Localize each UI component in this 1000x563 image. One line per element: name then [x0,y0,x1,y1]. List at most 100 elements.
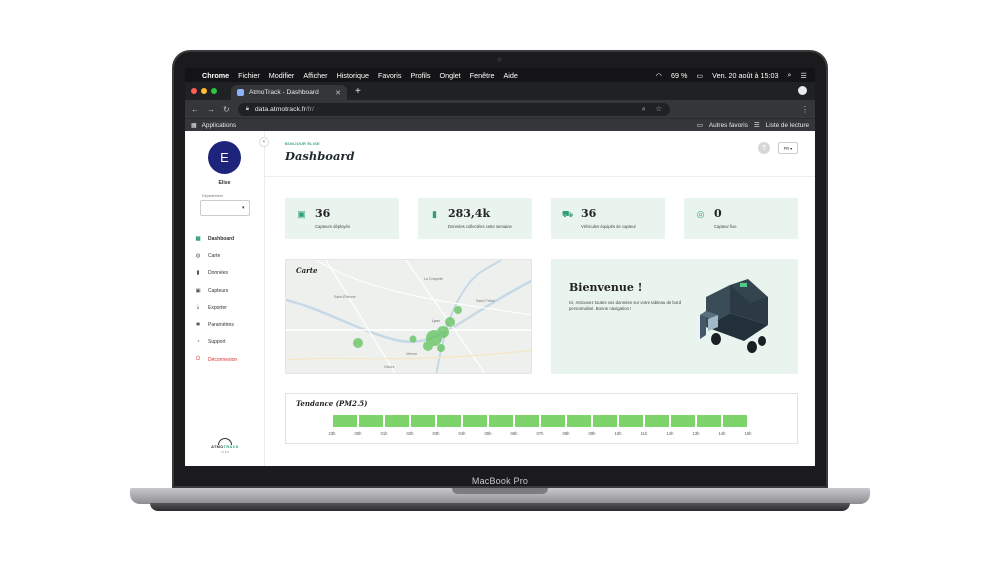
menubar-app-name[interactable]: Chrome [202,71,229,80]
sidebar-item-dashboard[interactable]: ▦ Dashboard [185,230,264,247]
menubar-item[interactable]: Historique [337,71,369,80]
sidebar-item-label: Dashboard [208,235,235,242]
welcome-text: Ici, retrouvez toutes vos données sur vo… [569,300,682,311]
window-minimize-button[interactable] [201,88,207,94]
bookmark-other-favorites[interactable]: Autres favoris [709,122,748,129]
address-bar[interactable]: 🔒︎ data.atmotrack.fr/fr/ ⌕ ☆ [237,102,670,116]
zoom-search-icon[interactable]: ⌕ [642,106,646,113]
sensor-box-icon: ▣ [297,209,306,219]
sidebar-item-support[interactable]: ◔ Support [185,334,264,351]
trend-hour-block[interactable] [645,415,669,427]
download-icon: ⤓ [196,304,200,311]
sidebar-nav: ▦ Dashboard ◍ Carte ▮ Données ▣ Capteurs… [185,230,264,368]
target-icon: ◎ [696,209,705,219]
bookmarks-bar: ▦ Applications ▭ Autres favoris ☰ Liste … [185,118,815,131]
spotlight-search-icon[interactable]: ⌕ [788,70,792,80]
trend-hour-block[interactable] [697,415,721,427]
menubar-clock[interactable]: Ven. 20 août à 15:03 [712,71,778,80]
map-card[interactable]: La Chapelle Lyon Saint-Étienne Vienne Gi… [285,259,532,374]
sidebar-item-exporter[interactable]: ⤓ Exporter [185,299,264,316]
reload-icon[interactable]: ↻ [223,105,230,114]
sidebar-item-label: Données [208,270,229,277]
trend-hour-label: 04h [459,431,467,436]
sidebar-item-carte[interactable]: ◍ Carte [185,247,264,264]
greeting: BONJOUR ELISE [285,142,320,146]
menubar-item[interactable]: Modifier [269,71,295,80]
trend-hour-block[interactable] [619,415,643,427]
trend-hour-block[interactable] [593,415,617,427]
new-tab-button[interactable]: + [355,86,361,97]
trend-hour-label: 23h [329,431,337,436]
trend-hour-block[interactable] [385,415,409,427]
forward-arrow-icon[interactable]: → [207,105,215,114]
user-name: Elise [218,180,231,186]
bookmark-star-icon[interactable]: ☆ [656,106,662,113]
trend-hour-label: 02h [407,431,415,436]
menubar-item[interactable]: Afficher [303,71,327,80]
menubar-item[interactable]: Onglet [440,71,461,80]
trend-hour-block[interactable] [723,415,747,427]
trend-hour-block[interactable] [411,415,435,427]
map-place-label: Saint-Priest [476,299,495,303]
profile-avatar-icon[interactable] [798,86,807,95]
reading-list-button[interactable]: Liste de lecture [766,122,809,129]
trend-hour-block[interactable] [437,415,461,427]
sidebar-item-label: Capteurs [208,287,229,294]
menubar-item[interactable]: Fenêtre [470,71,495,80]
grid-icon: ▦ [195,235,201,242]
tab-close-icon[interactable]: ✕ [335,89,341,97]
welcome-title: Bienvenue ! [569,281,643,294]
device-brand-label: MacBook Pro [471,476,529,486]
help-button[interactable]: ? [758,142,770,154]
caret-down-icon: ▾ [241,205,245,211]
url-host: data.atmotrack.fr [254,105,306,113]
trend-hour-label: 08h [563,431,571,436]
language-select[interactable]: FR ▾ [778,142,798,154]
bookmark-applications[interactable]: Applications [202,122,236,129]
trend-hour-label: 12h [667,431,675,436]
trend-hour-block[interactable] [489,415,513,427]
stat-label: Véhicules équipés de capteur [581,224,636,229]
trend-hour-block[interactable] [671,415,695,427]
trend-hour-block[interactable] [359,415,383,427]
control-center-icon[interactable]: ☰ [801,71,807,80]
browser-menu-icon[interactable]: ⋮ [801,105,809,114]
back-arrow-icon[interactable]: ← [191,105,199,114]
menubar-item[interactable]: Favoris [378,71,402,80]
trend-hour-label: 00h [355,431,363,436]
menubar-item[interactable]: Profils [411,71,431,80]
trend-hour-label: 03h [433,431,441,436]
trend-hour-block[interactable] [515,415,539,427]
window-close-button[interactable] [191,88,197,94]
stat-label: Capteur fixe [714,224,737,229]
lock-icon[interactable]: 🔒︎ [246,106,249,113]
trend-hour-block[interactable] [567,415,591,427]
map-place-label: Vienne [406,352,417,356]
sidebar-item-label: Exporter [208,304,227,311]
map-title: Carte [296,266,318,275]
trend-hour-block[interactable] [463,415,487,427]
bar-chart-icon: ▮ [196,270,200,277]
map-place-label: La Chapelle [424,277,443,281]
wifi-icon[interactable]: ◠ [656,71,662,80]
sidebar-item-donnees[interactable]: ▮ Données [185,265,264,282]
department-select[interactable]: ▾ [199,200,250,216]
welcome-card: Bienvenue ! Ici, retrouvez toutes vos do… [551,259,798,374]
sidebar-item-deconnexion[interactable]: ⏻ Déconnexion [185,351,264,368]
sidebar: ‹ E Elise Département ▾ ▦ Dashboard ◍ Ca… [185,131,269,466]
sidebar-item-parametres[interactable]: ✱ Paramètres [185,316,264,333]
sidebar-item-capteurs[interactable]: ▣ Capteurs [185,282,264,299]
user-avatar[interactable]: E [208,141,241,174]
menubar-item[interactable]: Aide [503,71,517,80]
trend-hour-block[interactable] [333,415,357,427]
stat-card-data: ▮ 283,4k Données collectées cette semain… [418,198,532,239]
trend-hour-label: 07h [537,431,545,436]
window-zoom-button[interactable] [211,88,217,94]
map-canvas[interactable]: La Chapelle Lyon Saint-Étienne Vienne Gi… [286,260,532,374]
trend-hour-block[interactable] [541,415,565,427]
menubar-item[interactable]: Fichier [238,71,260,80]
car-icon: ⛟ [561,208,574,219]
browser-tab-active[interactable]: AtmoTrack - Dashboard ✕ [231,85,347,100]
bar-chart-icon: ▮ [432,209,437,219]
battery-icon[interactable]: ▭ [696,71,703,80]
